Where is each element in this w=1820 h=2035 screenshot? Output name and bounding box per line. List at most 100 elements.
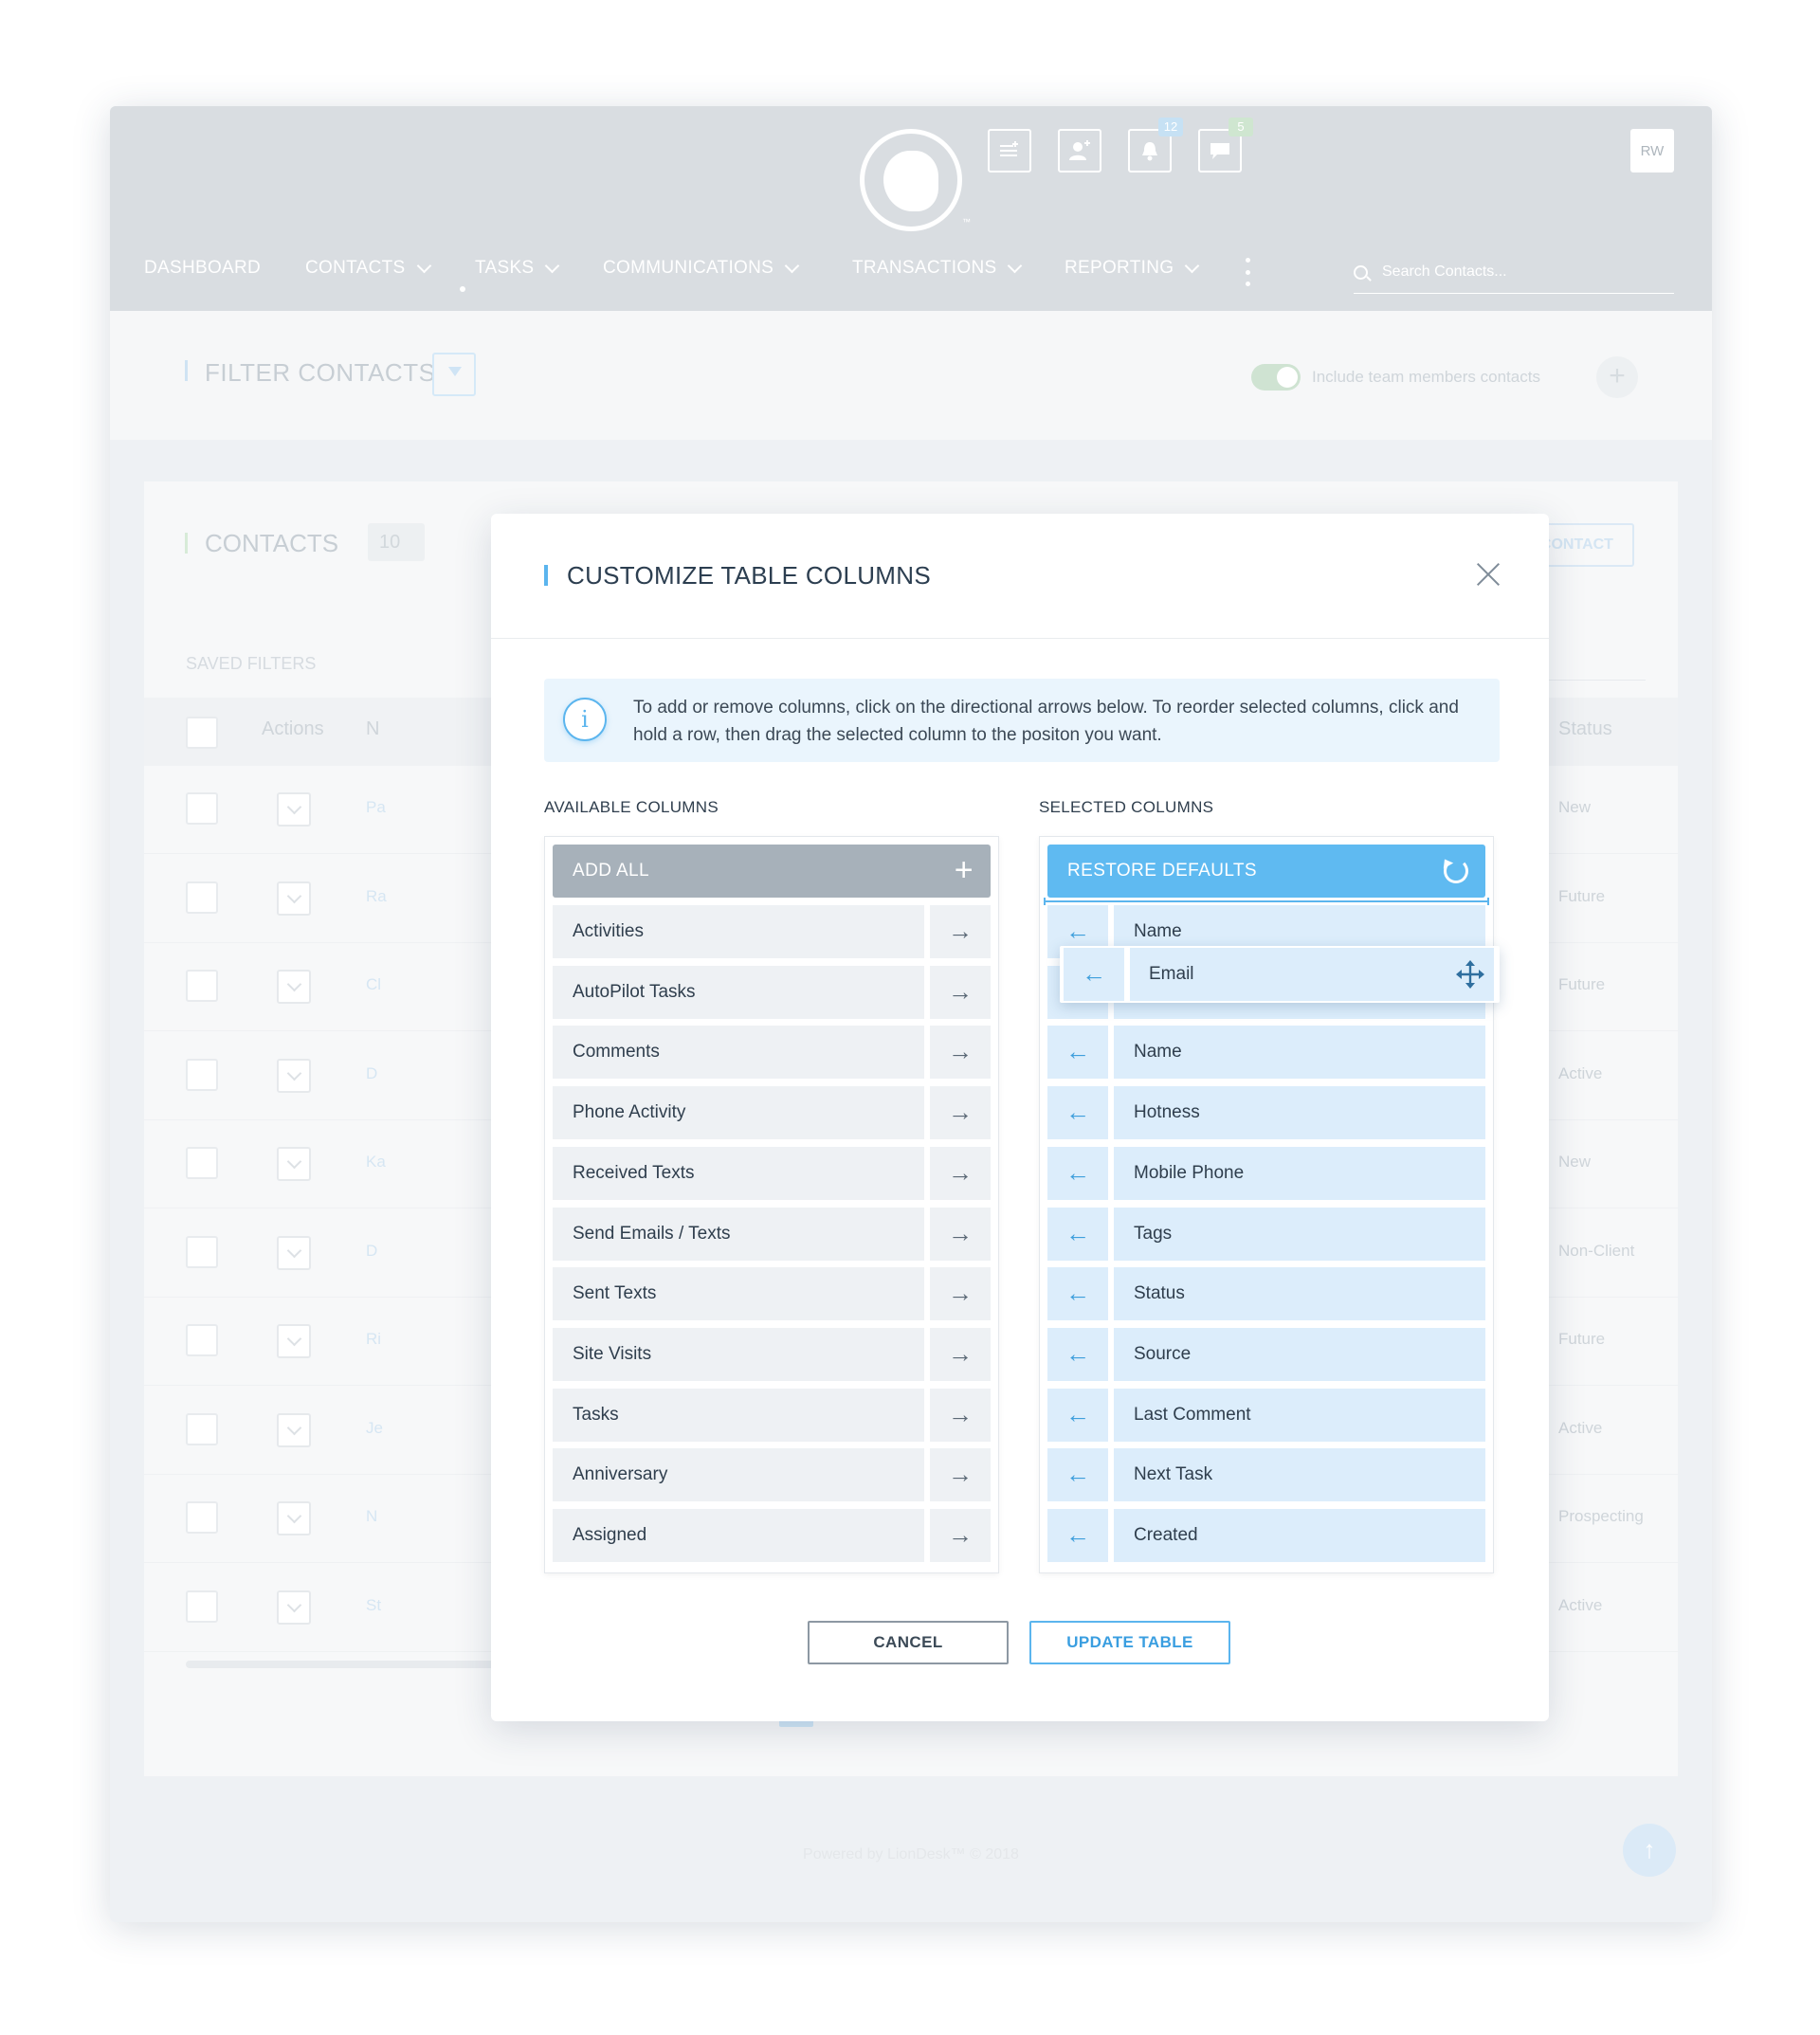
saved-filters-label[interactable]: SAVED FILTERS	[186, 654, 316, 674]
selected-column-item[interactable]: ← Created	[1047, 1509, 1485, 1562]
selected-column-item[interactable]: ← Status	[1047, 1267, 1485, 1321]
column-status[interactable]: Status	[1558, 718, 1612, 740]
contact-name[interactable]: Je	[366, 1419, 383, 1438]
nav-transactions[interactable]: TRANSACTIONS	[852, 258, 1023, 279]
select-all-checkbox[interactable]	[186, 717, 218, 749]
search-input[interactable]	[1382, 258, 1666, 286]
available-column-item[interactable]: Send Emails / Texts →	[553, 1207, 991, 1261]
selected-column-item[interactable]: ← Mobile Phone	[1047, 1146, 1485, 1200]
selected-column-item[interactable]: ← Name	[1047, 1026, 1485, 1080]
add-arrow-icon[interactable]: →	[930, 965, 991, 1019]
add-arrow-icon[interactable]: →	[930, 1448, 991, 1502]
remove-arrow-icon[interactable]: ←	[1047, 1267, 1108, 1321]
add-arrow-icon[interactable]: →	[930, 1509, 991, 1562]
add-arrow-icon[interactable]: →	[930, 1267, 991, 1321]
row-actions-dropdown[interactable]	[277, 1147, 311, 1181]
add-filter-button[interactable]: +	[1596, 356, 1638, 398]
selected-column-item[interactable]: ← Last Comment	[1047, 1388, 1485, 1442]
contact-name[interactable]: D	[366, 1064, 377, 1083]
column-actions[interactable]: Actions	[262, 718, 324, 740]
row-actions-dropdown[interactable]	[277, 1235, 311, 1270]
nav-tasks[interactable]: TASKS	[475, 258, 560, 279]
row-actions-dropdown[interactable]	[277, 1058, 311, 1093]
add-arrow-icon[interactable]: →	[930, 1146, 991, 1200]
available-column-item[interactable]: Tasks →	[553, 1388, 991, 1442]
contact-name[interactable]: Ri	[366, 1330, 381, 1349]
scroll-to-top-button[interactable]: ↑	[1623, 1824, 1676, 1877]
row-checkbox[interactable]	[186, 1058, 218, 1091]
available-column-item[interactable]: Site Visits →	[553, 1327, 991, 1381]
row-checkbox[interactable]	[186, 1147, 218, 1179]
contact-name[interactable]: N	[366, 1507, 377, 1526]
row-checkbox[interactable]	[186, 1501, 218, 1534]
selected-column-item[interactable]: ← Next Task	[1047, 1448, 1485, 1502]
row-actions-dropdown[interactable]	[277, 1412, 311, 1447]
more-menu-icon[interactable]	[1246, 258, 1251, 286]
remove-arrow-icon[interactable]: ←	[1047, 1086, 1108, 1140]
remove-arrow-icon[interactable]: ←	[1047, 1388, 1108, 1442]
available-column-item[interactable]: Comments →	[553, 1026, 991, 1080]
add-task-button[interactable]	[988, 129, 1031, 173]
add-arrow-icon[interactable]: →	[930, 1388, 991, 1442]
row-checkbox[interactable]	[186, 1412, 218, 1445]
close-icon[interactable]	[1473, 559, 1503, 590]
available-column-item[interactable]: Anniversary →	[553, 1448, 991, 1502]
row-actions-dropdown[interactable]	[277, 970, 311, 1004]
add-arrow-icon[interactable]: →	[930, 1207, 991, 1261]
row-checkbox[interactable]	[186, 1590, 218, 1623]
row-actions-dropdown[interactable]	[277, 792, 311, 827]
available-column-item[interactable]: AutoPilot Tasks →	[553, 965, 991, 1019]
remove-arrow-icon[interactable]: ←	[1047, 1146, 1108, 1200]
available-column-item[interactable]: Assigned →	[553, 1509, 991, 1562]
remove-arrow-icon[interactable]: ←	[1047, 1509, 1108, 1562]
update-table-button[interactable]: UPDATE TABLE	[1029, 1621, 1230, 1664]
cancel-button[interactable]: CANCEL	[808, 1621, 1009, 1664]
add-arrow-icon[interactable]: →	[930, 1327, 991, 1381]
remove-arrow-icon[interactable]: ←	[1047, 1026, 1108, 1080]
available-column-item[interactable]: Activities →	[553, 905, 991, 958]
row-actions-dropdown[interactable]	[277, 1501, 311, 1535]
nav-contacts[interactable]: CONTACTS	[305, 258, 431, 279]
add-arrow-icon[interactable]: →	[930, 1086, 991, 1140]
team-contacts-toggle[interactable]	[1251, 364, 1301, 391]
nav-dashboard[interactable]: DASHBOARD	[144, 258, 261, 279]
add-arrow-icon[interactable]: →	[930, 905, 991, 958]
contact-name[interactable]: Ka	[366, 1153, 386, 1172]
selected-column-item[interactable]: ← Source	[1047, 1327, 1485, 1381]
dragging-column-email[interactable]: ← Email	[1060, 946, 1500, 1003]
nav-communications[interactable]: COMMUNICATIONS	[603, 258, 800, 279]
row-actions-dropdown[interactable]	[277, 881, 311, 916]
user-avatar[interactable]: RW	[1630, 129, 1674, 173]
contact-name[interactable]: D	[366, 1242, 377, 1261]
available-column-item[interactable]: Received Texts →	[553, 1146, 991, 1200]
row-checkbox[interactable]	[186, 1235, 218, 1268]
row-checkbox[interactable]	[186, 1324, 218, 1356]
restore-defaults-button[interactable]: RESTORE DEFAULTS	[1047, 845, 1485, 898]
remove-arrow-icon[interactable]: ←	[1047, 1207, 1108, 1261]
row-checkbox[interactable]	[186, 792, 218, 825]
remove-arrow-icon[interactable]: ←	[1047, 1327, 1108, 1381]
contact-name[interactable]: Pa	[366, 798, 386, 817]
row-checkbox[interactable]	[186, 970, 218, 1002]
remove-arrow-icon[interactable]: ←	[1047, 1448, 1108, 1502]
add-contact-header-button[interactable]	[1058, 129, 1101, 173]
row-actions-dropdown[interactable]	[277, 1590, 311, 1625]
contact-name[interactable]: St	[366, 1596, 381, 1615]
add-arrow-icon[interactable]: →	[930, 1026, 991, 1080]
selected-column-item[interactable]: ← Tags	[1047, 1207, 1485, 1261]
remove-arrow-icon[interactable]: ←	[1064, 948, 1124, 1001]
add-all-button[interactable]: ADD ALL +	[553, 845, 991, 898]
available-column-item[interactable]: Phone Activity →	[553, 1086, 991, 1140]
filter-icon[interactable]	[432, 353, 476, 396]
row-checkbox[interactable]	[186, 881, 218, 914]
contact-search[interactable]	[1354, 254, 1674, 294]
row-actions-dropdown[interactable]	[277, 1324, 311, 1358]
liondesk-logo[interactable]: ™	[860, 129, 971, 231]
contact-name[interactable]: Ra	[366, 887, 387, 906]
dragging-column-label: Email	[1130, 948, 1494, 1001]
selected-column-item[interactable]: ← Hotness	[1047, 1086, 1485, 1140]
available-column-item[interactable]: Sent Texts →	[553, 1267, 991, 1321]
contact-name[interactable]: Cl	[366, 975, 381, 994]
column-name[interactable]: N	[366, 718, 379, 740]
nav-reporting[interactable]: REPORTING	[1065, 258, 1200, 279]
